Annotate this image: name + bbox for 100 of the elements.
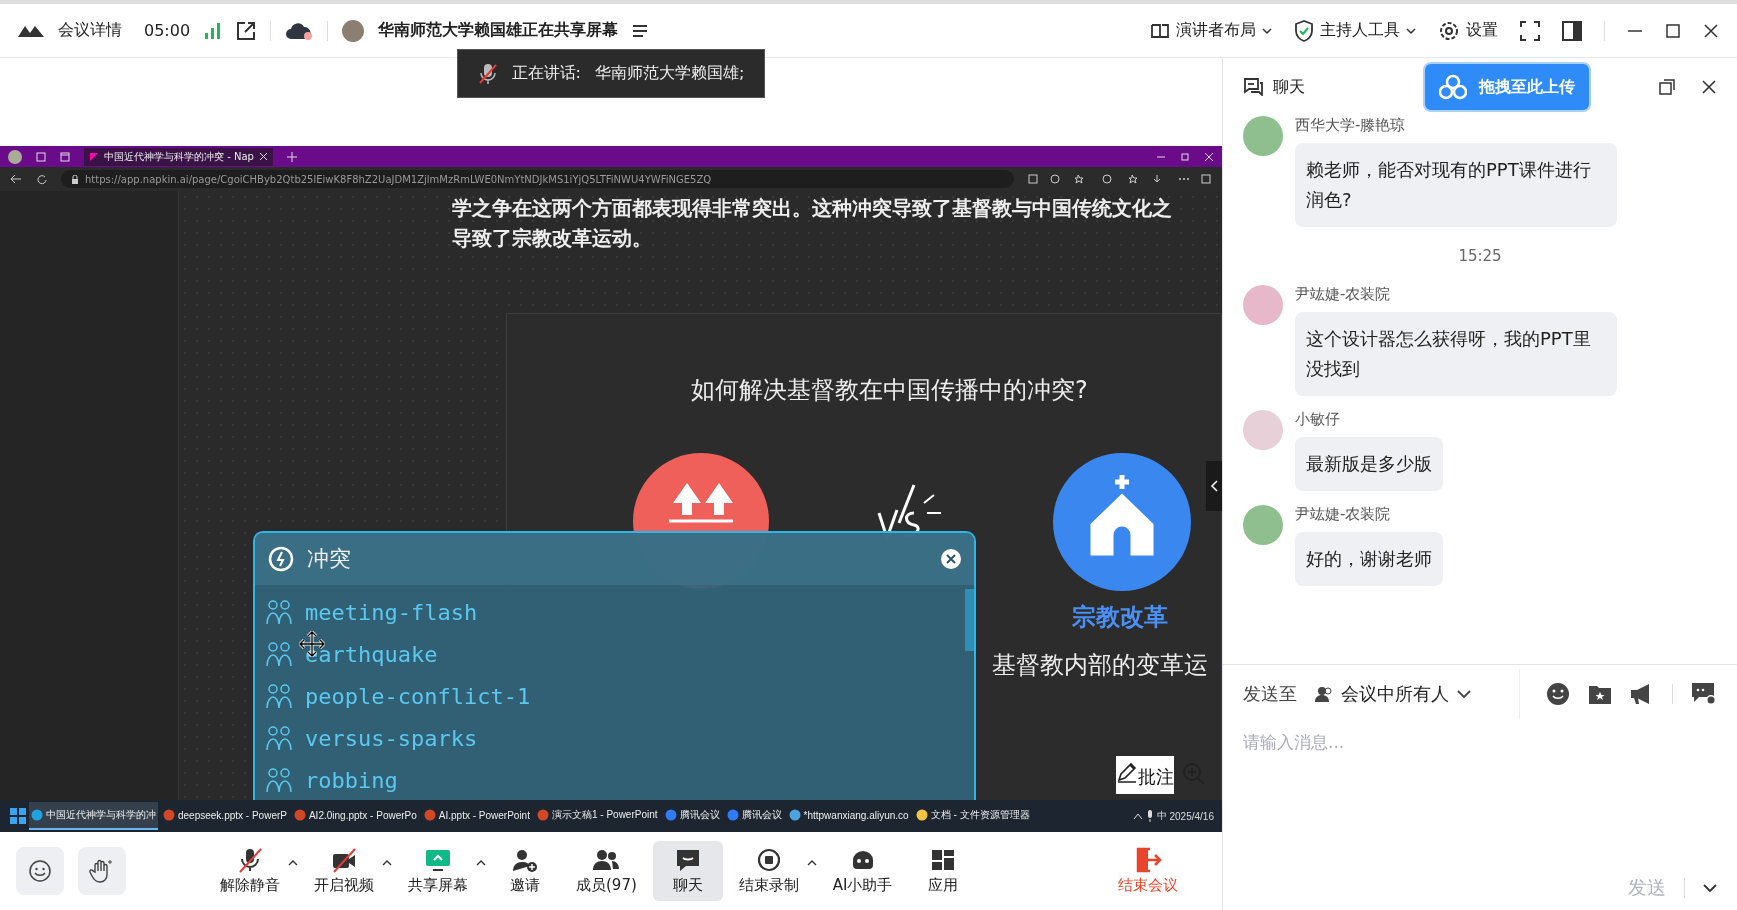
address-field[interactable]: https://app.napkin.ai/page/CgoiCHByb2Qtb25lEiwK8F8hZ2UaJDM1ZjlmMzRmLWE0NmYtNDJkMS1iYjQ5LTFiNWU4YWFiNGE5ZQ: [61, 170, 1014, 188]
close-icon[interactable]: [1701, 79, 1717, 95]
cloud-rings-icon: [1439, 74, 1467, 100]
fullscreen-icon[interactable]: [1520, 20, 1540, 41]
app-icon: [423, 809, 436, 821]
sender-name: 尹竑婕-农装院: [1295, 285, 1391, 304]
presenter-avatar: [342, 19, 365, 42]
taskbar-item[interactable]: AI.pptx - PowerPoint: [421, 802, 532, 830]
app-icon: [163, 809, 175, 821]
video-button[interactable]: 开启视频: [302, 841, 386, 901]
taskbar-item[interactable]: 腾讯会议: [662, 802, 722, 830]
taskbar-item[interactable]: AI2.0ing.pptx - PowerPo: [291, 802, 419, 830]
members-button[interactable]: 成员(97): [564, 841, 649, 901]
chevron-down-icon: [1457, 689, 1471, 699]
app-icon: [788, 809, 801, 821]
annotate-button[interactable]: 批注: [1116, 756, 1174, 794]
user-avatar: [1243, 285, 1283, 325]
exit-icon: [1134, 847, 1162, 873]
external-link-icon[interactable]: [236, 20, 257, 41]
emoji-button[interactable]: [16, 847, 64, 895]
back-icon[interactable]: [10, 174, 22, 184]
message-settings-icon[interactable]: [1691, 682, 1717, 706]
caret-icon[interactable]: [476, 859, 486, 866]
recipient-dropdown[interactable]: 会议中所有人: [1315, 682, 1471, 706]
taskbar-item[interactable]: deepseek.pptx - PowerP: [161, 802, 289, 830]
cloud-icon[interactable]: [285, 20, 314, 41]
caret-icon[interactable]: [382, 859, 392, 866]
mic-button[interactable]: 解除静音: [208, 841, 292, 901]
taskbar-item[interactable]: 文档 - 文件资源管理器: [913, 802, 1032, 830]
emoji-icon[interactable]: [1546, 682, 1570, 706]
taskbar-item[interactable]: 演示文稿1 - PowerPoint: [534, 802, 660, 830]
taskbar-item[interactable]: 腾讯会议: [724, 802, 784, 830]
chat-icon: [1243, 78, 1263, 96]
people-icon: [1315, 686, 1333, 702]
maximize-icon[interactable]: [1665, 22, 1681, 39]
app-icon: [31, 809, 43, 821]
raise-hand-button[interactable]: [78, 847, 126, 895]
record-button[interactable]: 结束录制: [726, 841, 811, 901]
icon-result[interactable]: robbing: [265, 759, 398, 800]
icon-result[interactable]: people-conflict-1: [265, 675, 531, 717]
side-panel-icon[interactable]: [1562, 20, 1582, 41]
taskbar-item[interactable]: *httpwanxiang.aliyun.co: [786, 802, 911, 830]
list-icon[interactable]: [632, 23, 649, 38]
user-avatar: [1243, 505, 1283, 545]
message-bubble: 这个设计器怎么获得呀，我的PPT里没找到: [1295, 312, 1617, 396]
message-bubble: 赖老师，能否对现有的PPT课件进行润色?: [1295, 143, 1617, 227]
search-field[interactable]: 冲突: [307, 544, 351, 574]
user-avatar: [1243, 116, 1283, 156]
app-icon: [664, 809, 677, 821]
tab-list-icon[interactable]: [60, 151, 70, 162]
browser-tab[interactable]: 中国近代神学与科学的冲突 - Nap: [84, 147, 273, 166]
close-tab-icon[interactable]: [259, 153, 267, 160]
speaker-name: 华南师范大学赖国雄;: [595, 63, 745, 84]
icon-result[interactable]: earthquake: [265, 633, 438, 675]
caret-icon[interactable]: [288, 859, 298, 866]
microphone-icon[interactable]: [1145, 810, 1154, 822]
pop-out-icon[interactable]: [1659, 79, 1675, 95]
share-button[interactable]: 共享屏幕: [396, 841, 480, 901]
restore-icon[interactable]: [1180, 151, 1190, 162]
people-outline-icon: [265, 682, 293, 710]
taskbar-item[interactable]: 中国近代神学与科学的冲: [29, 802, 158, 830]
browser-toolbar-icons[interactable]: [1102, 174, 1212, 184]
pen-icon: [1116, 761, 1138, 783]
folder-star-icon[interactable]: [1588, 683, 1612, 705]
people-outline-icon: [265, 598, 293, 626]
close-icon[interactable]: [940, 548, 962, 570]
hand-icon: [89, 858, 115, 884]
end-meeting-button[interactable]: 结束会议: [1118, 847, 1178, 895]
smiley-icon: [28, 859, 52, 883]
apps-button[interactable]: 应用: [908, 841, 979, 901]
host-tools-button[interactable]: 主持人工具: [1294, 19, 1416, 42]
document-text: 学之争在这两个方面都表现得非常突出。这种冲突导致了基督教与中国传统文化之: [452, 195, 1172, 222]
signal-icon: [204, 22, 223, 39]
settings-button[interactable]: 设置: [1438, 19, 1498, 42]
invite-button[interactable]: 邀请: [490, 841, 560, 901]
workspaces-icon[interactable]: [36, 151, 46, 162]
sender-name: 小敏仔: [1295, 410, 1340, 429]
caret-icon[interactable]: [806, 859, 817, 866]
chat-button[interactable]: 聊天: [652, 841, 723, 901]
collapse-tab[interactable]: [1206, 461, 1222, 511]
new-tab-icon[interactable]: [286, 151, 297, 162]
message-bubble: 好的，谢谢老师: [1295, 532, 1443, 586]
shield-check-icon: [1294, 19, 1314, 42]
layout-menu-button[interactable]: 演讲者布局: [1150, 20, 1272, 41]
meeting-details-link[interactable]: 会议详情: [58, 20, 122, 41]
speaking-label: 正在讲话:: [511, 63, 581, 84]
profile-avatar[interactable]: [8, 149, 22, 164]
sharing-notice: 华南师范大学赖国雄正在共享屏幕: [378, 20, 619, 41]
input-method-indicator[interactable]: 中: [1156, 809, 1167, 823]
start-icon[interactable]: [10, 808, 26, 824]
lock-icon: [71, 174, 79, 184]
scrollbar-thumb[interactable]: [965, 589, 974, 651]
node-text: 基督教内部的变革运: [992, 650, 1208, 681]
refresh-icon[interactable]: [36, 173, 47, 185]
ai-button[interactable]: AI小助手: [820, 841, 905, 901]
icon-result[interactable]: versus-sparks: [265, 717, 478, 759]
close-icon[interactable]: [1703, 22, 1719, 39]
icon-result[interactable]: meeting-flash: [265, 591, 478, 633]
mic-off-icon: [477, 62, 498, 85]
chevron-down-icon[interactable]: [1703, 883, 1717, 893]
